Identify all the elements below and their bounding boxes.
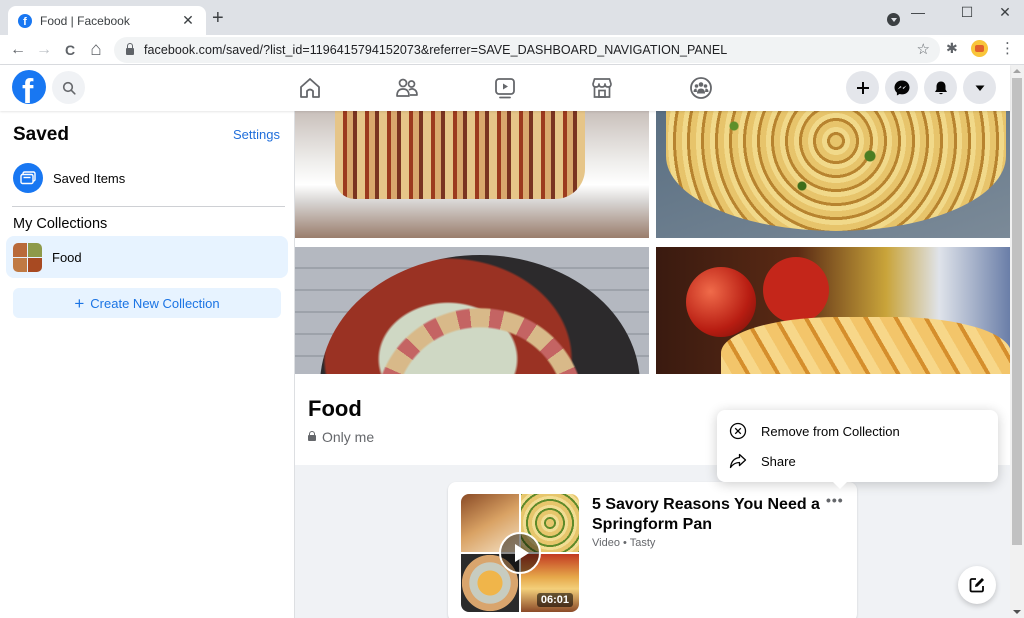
collection-privacy[interactable]: Only me: [308, 429, 374, 445]
saved-item-meta: Video • Tasty: [592, 537, 656, 549]
browser-tab-bar: f Food | Facebook ✕ + — ☐ ✕: [0, 0, 1024, 35]
messenger-icon: [894, 80, 909, 95]
caret-down-icon: [975, 85, 984, 91]
more-options-button[interactable]: •••: [826, 492, 844, 508]
create-button[interactable]: [846, 71, 879, 104]
account-menu-button[interactable]: [963, 71, 996, 104]
collections-heading: My Collections: [13, 216, 108, 232]
url-text[interactable]: facebook.com/saved/?list_id=119641579415…: [144, 43, 727, 57]
watch-icon: [495, 78, 515, 99]
marketplace-icon: [592, 78, 612, 98]
extension-fox-icon[interactable]: [971, 40, 988, 57]
scroll-down-arrow-icon[interactable]: [1013, 610, 1021, 614]
cover-image-pasta-bake: [656, 111, 1010, 238]
bell-icon: [934, 81, 947, 94]
nav-marketplace[interactable]: [589, 75, 615, 101]
share-icon: [729, 452, 747, 470]
maximize-button[interactable]: ☐: [957, 4, 977, 21]
compose-icon: [969, 578, 984, 593]
saved-item-card: 06:01 5 Savory Reasons You Need a Spring…: [448, 482, 857, 618]
scrollbar-thumb[interactable]: [1012, 78, 1022, 545]
browser-tab[interactable]: f Food | Facebook ✕: [8, 6, 206, 35]
saved-item-title[interactable]: 5 Savory Reasons You Need a Springform P…: [592, 495, 827, 535]
sidebar-title: Saved: [13, 124, 69, 145]
tab-search-icon[interactable]: [887, 13, 900, 26]
lock-icon: [126, 43, 134, 55]
video-duration: 06:01: [536, 593, 573, 607]
privacy-label: Only me: [322, 429, 375, 445]
cover-image-pie: [656, 247, 1010, 374]
collection-title: Food: [308, 396, 362, 421]
cover-image-pasta: [295, 111, 649, 238]
menu-item-label: Remove from Collection: [761, 423, 900, 439]
browser-toolbar: ← → C ⌂ facebook.com/saved/?list_id=1196…: [0, 35, 1024, 65]
item-context-menu: Remove from Collection Share: [717, 410, 998, 489]
forward-button[interactable]: →: [33, 39, 55, 61]
plus-icon: +: [74, 293, 85, 313]
home-button[interactable]: ⌂: [85, 39, 107, 61]
extensions-icon[interactable]: ✱: [946, 40, 958, 57]
collection-thumbnail: [13, 242, 42, 272]
remove-circle-icon: [729, 422, 747, 440]
cover-image-hotdog-dip: [295, 247, 649, 374]
nav-watch[interactable]: [492, 75, 518, 101]
nav-home[interactable]: [297, 75, 323, 101]
sidebar-divider: [12, 206, 285, 207]
page-scrollbar[interactable]: [1010, 65, 1024, 618]
tab-close-button[interactable]: ✕: [180, 12, 196, 29]
collection-main: Food Only me 06:01 5 Savory Reasons You …: [295, 111, 1010, 618]
create-new-collection-button[interactable]: + Create New Collection: [13, 288, 281, 318]
facebook-logo-icon[interactable]: f: [12, 70, 46, 104]
sidebar-item-saved-items[interactable]: Saved Items: [6, 156, 288, 200]
scroll-up-arrow-icon[interactable]: [1013, 69, 1021, 73]
menu-item-remove-from-collection[interactable]: Remove from Collection: [725, 417, 990, 445]
address-bar[interactable]: facebook.com/saved/?list_id=119641579415…: [114, 37, 940, 63]
search-button[interactable]: [52, 71, 85, 104]
lock-icon: [308, 431, 316, 441]
messenger-button[interactable]: [885, 71, 918, 104]
logo-letter: f: [22, 73, 34, 104]
nav-friends[interactable]: [394, 75, 420, 101]
sidebar-item-food-collection[interactable]: Food: [6, 236, 288, 278]
back-button[interactable]: ←: [7, 39, 29, 61]
saved-items-icon: [13, 163, 43, 193]
friends-icon: [396, 78, 418, 97]
minimize-button[interactable]: —: [908, 4, 928, 20]
video-thumbnail[interactable]: 06:01: [461, 494, 579, 612]
new-message-button[interactable]: [958, 566, 996, 604]
menu-item-share[interactable]: Share: [725, 447, 990, 475]
settings-link[interactable]: Settings: [233, 127, 280, 142]
search-icon: [62, 81, 76, 95]
reload-button[interactable]: C: [59, 39, 81, 61]
facebook-favicon-icon: f: [18, 13, 32, 28]
new-tab-button[interactable]: +: [212, 8, 224, 28]
tab-title: Food | Facebook: [40, 13, 130, 28]
groups-icon: [690, 77, 712, 99]
menu-item-label: Share: [761, 453, 796, 469]
create-new-collection-label: Create New Collection: [90, 295, 220, 311]
home-icon: [300, 78, 320, 98]
saved-sidebar: Saved Settings Saved Items My Collection…: [0, 111, 295, 618]
play-icon[interactable]: [499, 532, 541, 574]
plus-icon: [856, 81, 869, 94]
nav-groups[interactable]: [688, 75, 714, 101]
window-close-button[interactable]: ✕: [995, 4, 1015, 21]
browser-menu-icon[interactable]: ⋮: [1000, 39, 1015, 57]
bookmark-star-icon[interactable]: ☆: [917, 40, 930, 58]
collection-label: Food: [52, 249, 82, 265]
notifications-button[interactable]: [924, 71, 957, 104]
facebook-header: f: [0, 65, 1010, 111]
saved-items-label: Saved Items: [53, 170, 126, 186]
